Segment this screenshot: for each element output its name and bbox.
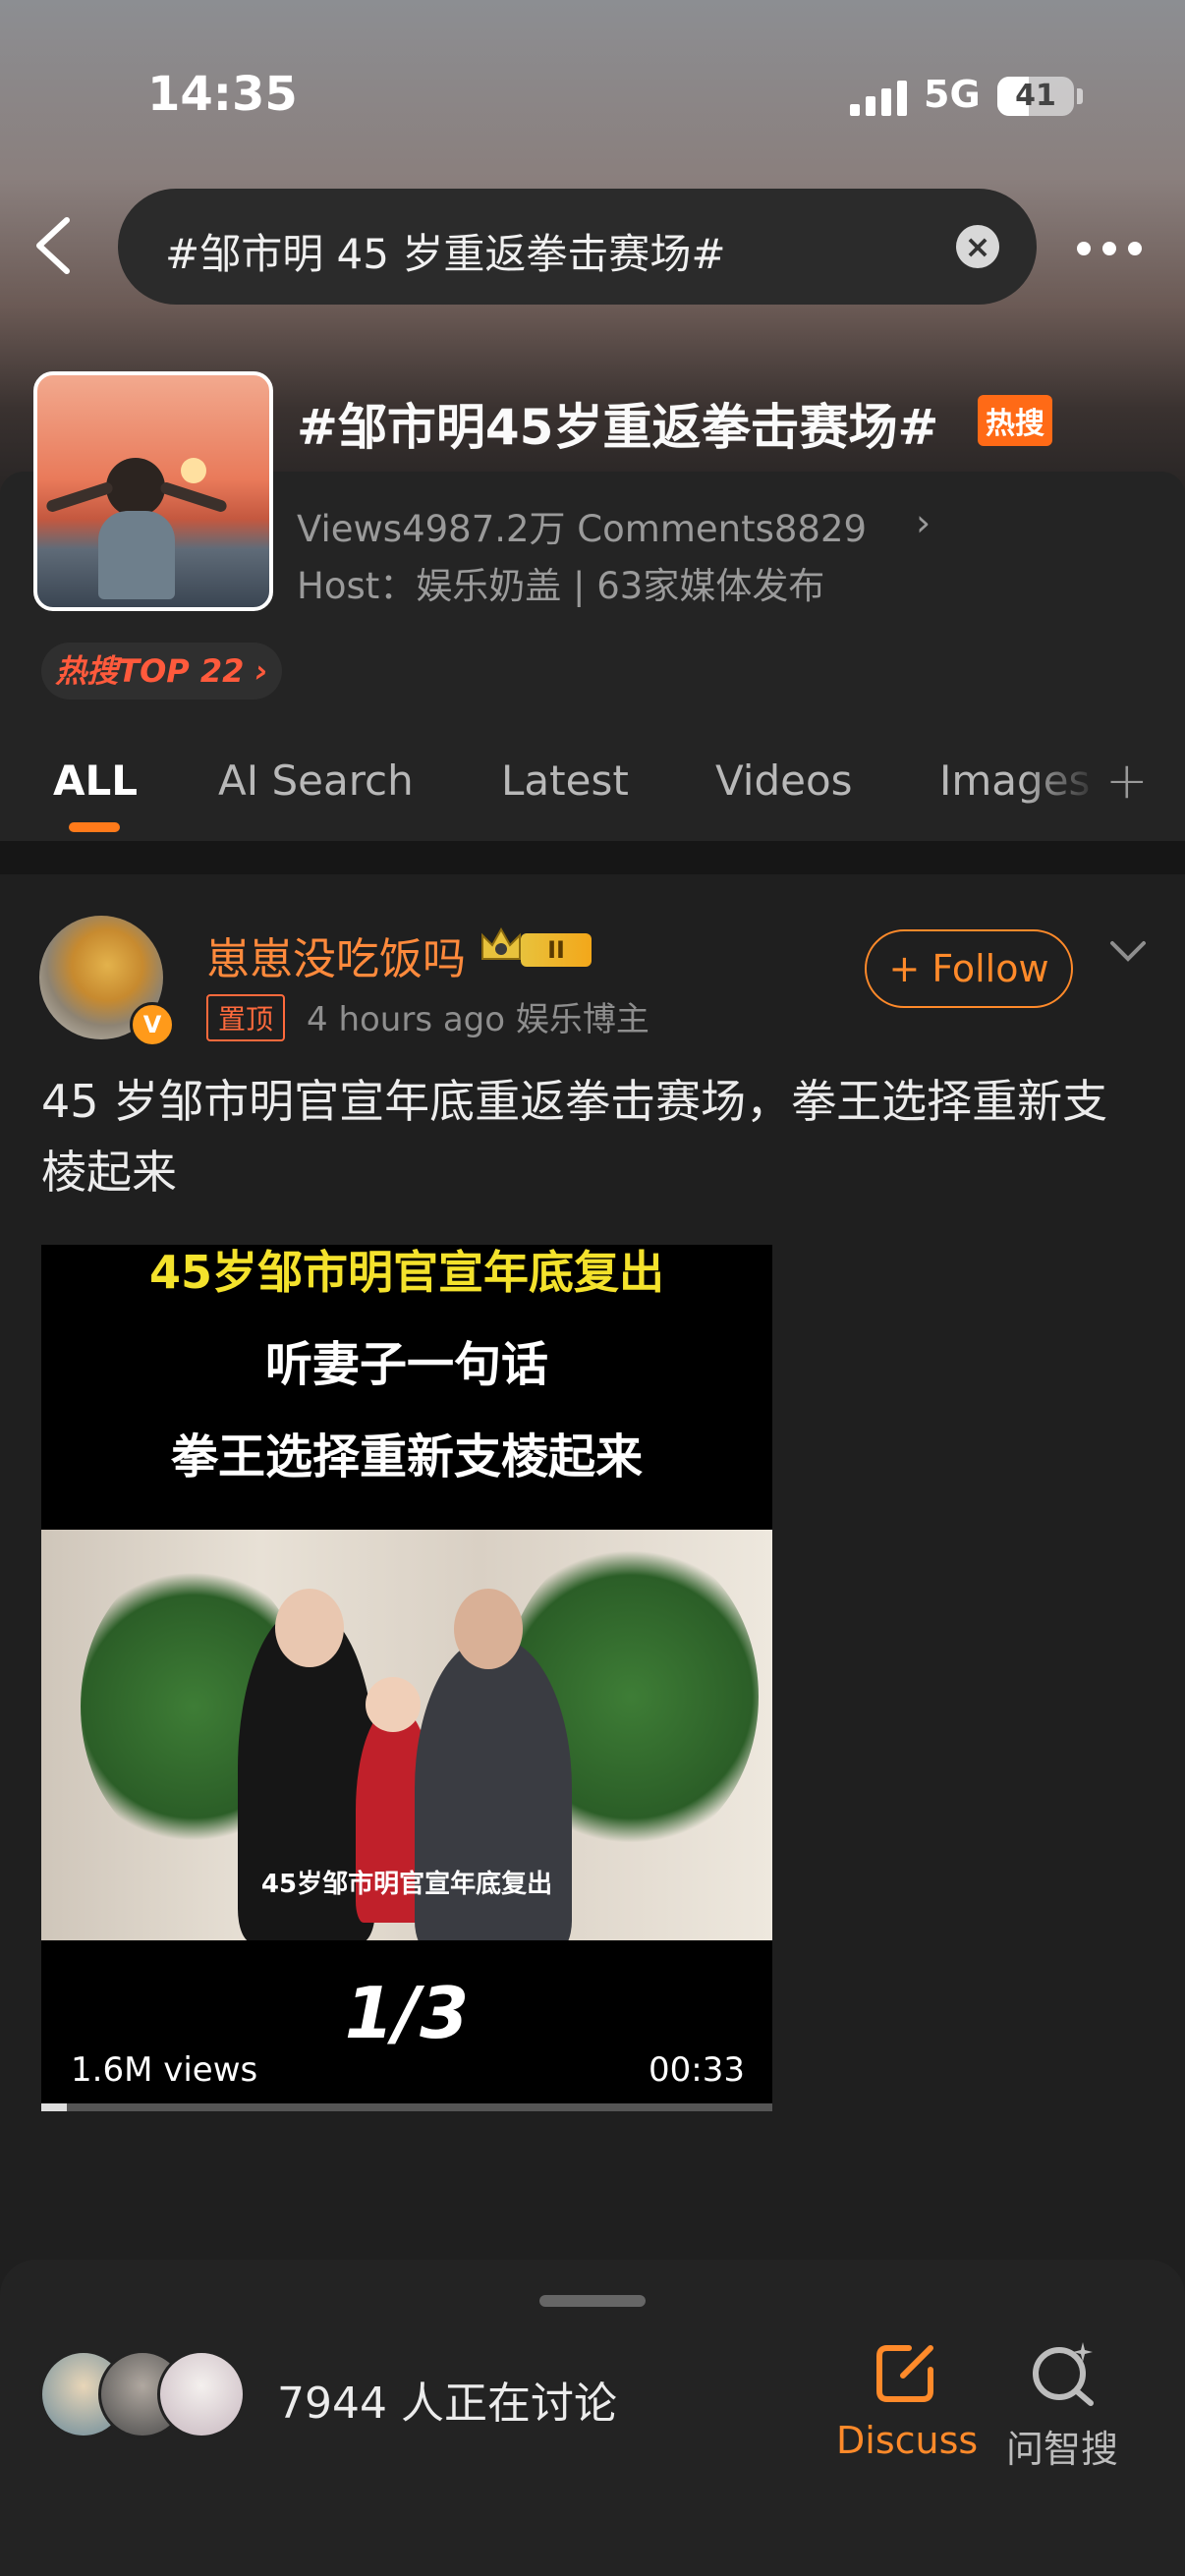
tab-videos[interactable]: Videos <box>715 756 853 805</box>
follow-button[interactable]: + Follow <box>865 929 1073 1008</box>
signal-icon <box>850 79 907 116</box>
tab-ai-search[interactable]: AI Search <box>218 756 414 805</box>
back-icon[interactable] <box>29 216 79 275</box>
video-frame: 45岁邹市明官宣年底复出 <box>41 1530 772 1940</box>
discussion-bar: 7944 人正在讨论 Discuss 问智搜 <box>0 2260 1185 2576</box>
chevron-right-icon[interactable]: › <box>916 501 931 544</box>
video-duration: 00:33 <box>649 2050 745 2090</box>
post-card: V 崽崽没吃饭吗 II 置顶 4 hours ago 娱乐博主 + Follow… <box>0 874 1185 2299</box>
ask-button[interactable]: 问智搜 <box>1006 2419 1118 2473</box>
chevron-down-icon[interactable] <box>1108 935 1148 965</box>
clear-icon[interactable]: × <box>956 225 999 268</box>
video-caption-line-1: 听妻子一句话 <box>264 1337 548 1392</box>
tab-fade <box>1022 732 1100 840</box>
hot-badge: 热搜 <box>978 395 1052 446</box>
search-input[interactable]: #邹市明 45 岁重返拳击赛场# <box>165 221 726 281</box>
compose-icon[interactable] <box>870 2338 940 2409</box>
discuss-button[interactable]: Discuss <box>836 2419 978 2462</box>
video-page-indicator: 1/3 <box>344 1972 470 2054</box>
crown-icon <box>481 926 521 960</box>
search-bar[interactable]: #邹市明 45 岁重返拳击赛场# × <box>118 189 1037 305</box>
battery-percent: 41 <box>1015 79 1056 113</box>
add-tab-icon[interactable]: + <box>1105 752 1149 811</box>
status-time: 14:35 <box>147 67 298 122</box>
video-player[interactable]: 45岁邹市明官宣年底复出 听妻子一句话 拳王选择重新支棱起来 45岁邹市明官宣年… <box>41 1245 772 2109</box>
discussion-count[interactable]: 7944 人正在讨论 <box>277 2368 617 2431</box>
pinned-badge: 置顶 <box>206 994 286 1041</box>
avatar <box>157 2350 246 2438</box>
more-icon[interactable] <box>1077 242 1142 255</box>
topic-stats[interactable]: Views4987.2万 Comments8829 <box>297 499 867 552</box>
video-progress-bar[interactable] <box>41 2103 772 2111</box>
ai-search-icon[interactable] <box>1028 2338 1099 2409</box>
post-text: 45 岁邹市明官宣年底重返拳击赛场，拳王选择重新支棱起来 <box>41 1075 1108 1199</box>
active-tab-indicator <box>69 822 120 832</box>
tab-all[interactable]: ALL <box>53 756 138 805</box>
video-views: 1.6M views <box>71 2050 258 2090</box>
author-name[interactable]: 崽崽没吃饭吗 <box>206 924 466 986</box>
video-caption-top: 45岁邹市明官宣年底复出 <box>148 1246 664 1299</box>
tab-bar: ALL AI Search Latest Videos Images + <box>0 732 1185 840</box>
video-progress-fill <box>41 2103 67 2111</box>
video-caption-line-2: 拳王选择重新支棱起来 <box>170 1429 643 1484</box>
topic-thumbnail[interactable] <box>33 371 273 611</box>
hot-rank-badge[interactable]: 热搜TOP 22 › <box>41 643 282 700</box>
network-label: 5G <box>924 73 981 116</box>
battery-tip <box>1077 88 1083 104</box>
post-meta: 4 hours ago 娱乐博主 <box>307 1000 649 1039</box>
level-badge: II <box>521 933 592 967</box>
section-divider <box>0 841 1185 874</box>
topic-host: Host：娱乐奶盖 | 63家媒体发布 <box>297 565 825 607</box>
sheet-grabber[interactable] <box>539 2295 646 2307</box>
topic-title: #邹市明45岁重返拳击赛场# <box>297 399 939 456</box>
battery-icon: 41 <box>997 77 1074 116</box>
verified-icon: V <box>130 1002 175 1047</box>
tab-latest[interactable]: Latest <box>501 756 629 805</box>
video-frame-caption: 45岁邹市明官宣年底复出 <box>260 1870 553 1899</box>
